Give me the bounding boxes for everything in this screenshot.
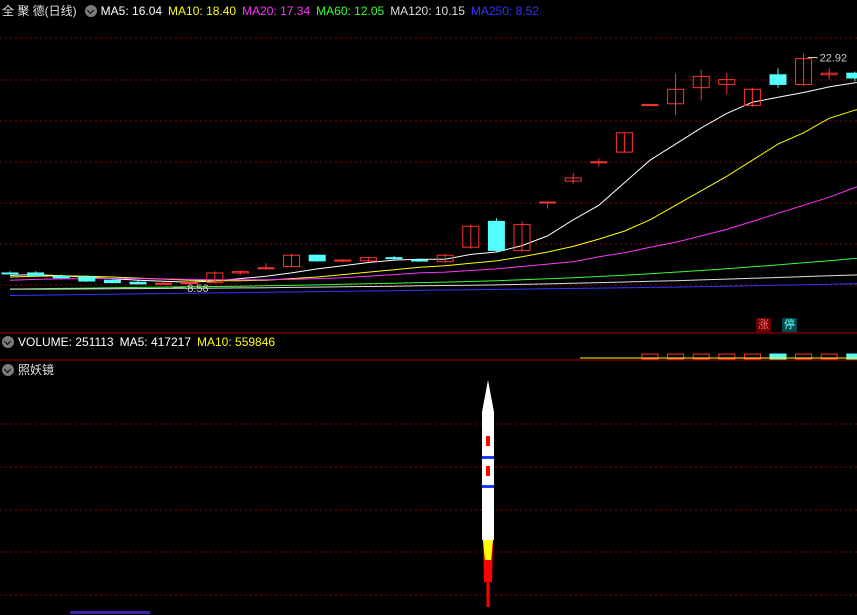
collapse-volume-icon[interactable]	[2, 336, 14, 348]
ma-line-ma10	[9, 109, 857, 282]
ma5-value: MA5: 16.04	[100, 4, 163, 18]
candle-body	[78, 276, 96, 282]
volume-ma10: MA10: 559846	[197, 335, 276, 349]
candle-body	[769, 74, 787, 85]
ma250-value: MA250: 8.52	[470, 4, 539, 18]
candle-body	[52, 275, 70, 279]
main-chart-legend: 全 聚 德(日线) MA5: 16.04 MA10: 18.40 MA20: 1…	[0, 2, 545, 20]
candle-body	[27, 272, 45, 276]
low-price-label: 8.56	[187, 283, 208, 295]
scroll-indicator	[70, 611, 150, 614]
rocket-window	[486, 436, 490, 446]
ma-line-ma5	[9, 82, 857, 283]
rocket-band	[482, 485, 494, 488]
halt-badge[interactable]: 停	[782, 318, 797, 332]
ma-line-ma120	[10, 274, 857, 290]
high-price-label: 22.92	[820, 53, 848, 65]
ma20-value: MA20: 17.34	[242, 4, 311, 18]
indicator-legend: 照妖镜	[0, 361, 60, 379]
ma-line-ma250	[9, 283, 857, 296]
volume-value: VOLUME: 251113	[18, 335, 114, 349]
rocket-band	[482, 456, 494, 459]
candle-body	[385, 257, 403, 260]
stock-title[interactable]: 全 聚 德(日线)	[2, 2, 77, 20]
indicator-title[interactable]: 照妖镜	[18, 361, 54, 379]
candle-body	[487, 220, 505, 251]
volume-ma5: MA5: 417217	[119, 335, 191, 349]
collapse-main-icon[interactable]	[84, 5, 97, 17]
candle-body	[334, 259, 352, 262]
candle-body	[308, 254, 326, 262]
candle-body	[257, 267, 275, 270]
candle-body	[411, 259, 429, 262]
candle-body	[846, 72, 857, 79]
ma10-value: MA10: 18.40	[168, 4, 237, 18]
candle-body	[129, 281, 147, 285]
ma-line-ma20	[9, 186, 857, 281]
candle-body	[590, 161, 608, 164]
rocket-window	[486, 466, 490, 476]
volume-legend: VOLUME: 251113 MA5: 417217 MA10: 559846	[0, 333, 281, 351]
candle-body	[641, 104, 659, 107]
collapse-indicator-icon[interactable]	[2, 364, 14, 376]
candle-body	[103, 279, 121, 284]
ma60-value: MA60: 12.05	[316, 4, 385, 18]
limit-up-badge[interactable]: 涨	[756, 318, 771, 332]
rocket-body	[482, 380, 494, 540]
ma120-value: MA120: 10.15	[390, 4, 465, 18]
candle-body	[155, 282, 173, 285]
stock-chart: 8.56 22.92	[0, 37, 857, 614]
candle-body	[539, 201, 557, 204]
candle-body	[1, 272, 19, 275]
